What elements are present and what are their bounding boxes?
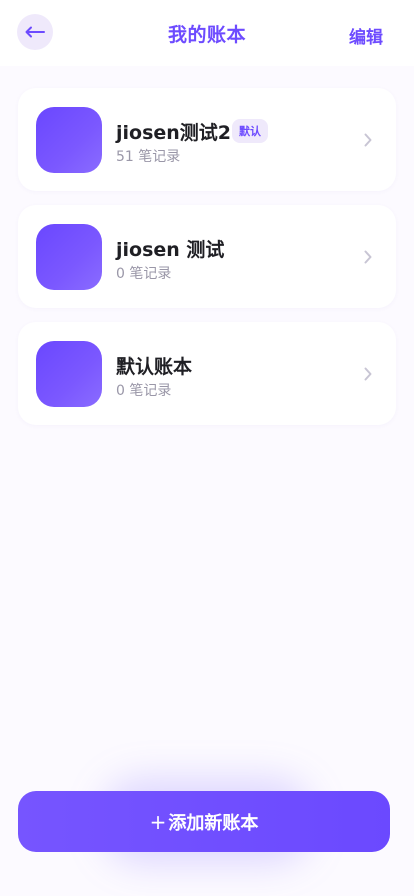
add-book-button[interactable]: + 添加新账本 [18,791,390,852]
book-name: jiosen 测试 [116,238,225,261]
record-count: 0 笔记录 [116,266,172,282]
record-count: 0 笔记录 [116,383,172,399]
record-count: 51 笔记录 [116,149,181,165]
book-card[interactable]: jiosen测试2 默认 51 笔记录 [18,88,396,191]
chevron-right-icon [364,366,372,385]
header: 我的账本 编辑 [0,0,414,66]
book-name: jiosen测试2 [116,121,232,144]
book-card[interactable]: 默认账本 0 笔记录 [18,322,396,425]
edit-button[interactable]: 编辑 [349,23,383,48]
add-book-label: 添加新账本 [168,812,259,834]
chevron-right-icon [364,249,372,268]
book-avatar [36,107,102,173]
book-avatar [36,224,102,290]
book-card[interactable]: jiosen 测试 0 笔记录 [18,205,396,308]
book-avatar [36,341,102,407]
chevron-right-icon [364,132,372,151]
book-list: jiosen测试2 默认 51 笔记录 jiosen 测试 0 笔记录 默认账本… [18,88,396,439]
default-badge: 默认 [232,119,269,143]
book-name: 默认账本 [116,355,193,378]
plus-icon: + [149,809,167,834]
